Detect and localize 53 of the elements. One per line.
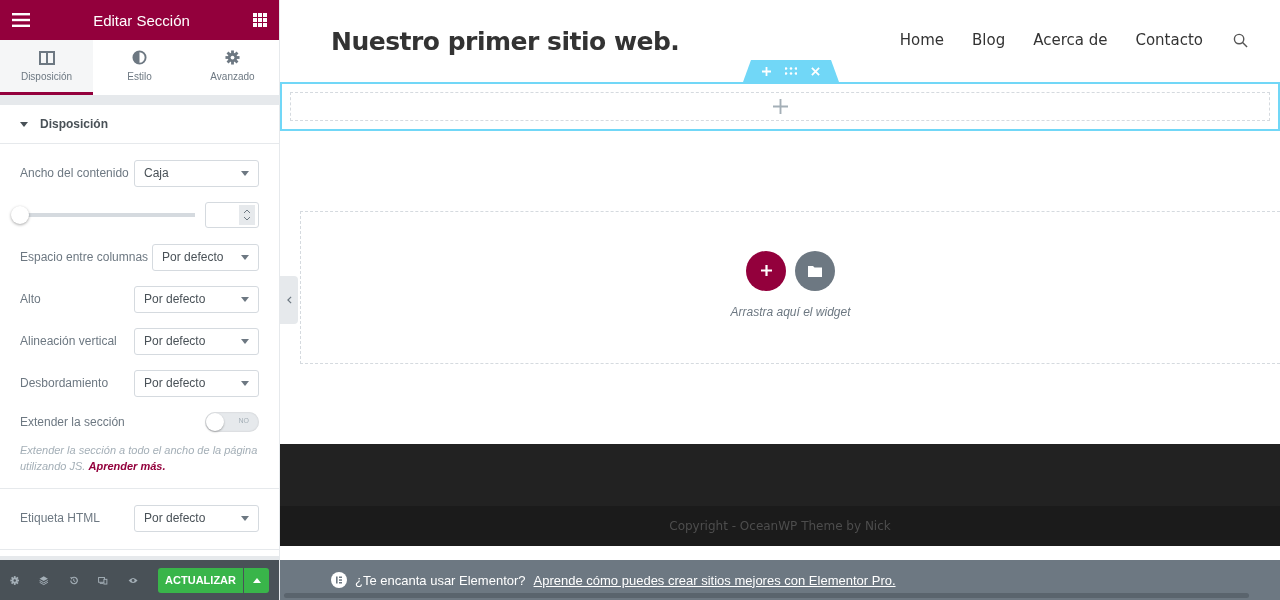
learn-more-link[interactable]: Aprender más. (88, 460, 166, 472)
nav-link[interactable]: Contacto (1135, 31, 1203, 49)
caret-icon (241, 254, 249, 260)
drop-hint: Arrastra aquí el widget (730, 304, 851, 319)
control-label: Desbordamiento (20, 376, 109, 390)
settings-icon (225, 50, 240, 65)
nav-link[interactable]: Home (899, 31, 944, 49)
caret-icon (241, 170, 249, 176)
columns-icon (38, 50, 55, 65)
control-label: Espacio entre columnas (20, 250, 149, 264)
panel-title: Editar Sección (93, 11, 190, 29)
spinner-icon[interactable] (239, 205, 255, 225)
control-label: Alto (20, 292, 41, 306)
select-field[interactable]: Por defecto (134, 369, 259, 397)
site-title[interactable]: Nuestro primer sitio web. (331, 26, 680, 56)
slider-handle[interactable] (11, 206, 29, 224)
select-field[interactable]: Por defecto (152, 243, 259, 271)
caret-icon (241, 380, 249, 386)
control-label: Etiqueta HTML (20, 511, 101, 525)
caret-icon (252, 577, 261, 583)
number-field[interactable] (205, 202, 259, 228)
help-text: Extender la sección a todo el ancho de la página utilizando JS. Aprender más. (20, 443, 259, 474)
layers-icon[interactable] (39, 573, 49, 587)
save-options-button[interactable] (244, 567, 269, 593)
settings-icon[interactable] (10, 573, 20, 587)
caret-icon (241, 296, 249, 302)
control-label: Ancho del contenido (20, 166, 129, 180)
template-library-button[interactable] (795, 250, 835, 291)
panel-tab[interactable]: Disposición (0, 40, 93, 95)
select-field[interactable]: Por defecto (134, 285, 259, 313)
folder-icon (808, 264, 822, 277)
caret-icon[interactable] (20, 121, 28, 127)
select-field[interactable]: Caja (134, 159, 259, 187)
caret-icon (241, 338, 249, 344)
promo-link[interactable]: Aprende cómo puedes crear sitios mejores con Elementor Pro. (533, 572, 896, 588)
collapse-panel-handle[interactable] (280, 276, 298, 324)
select-field[interactable]: Por defecto (134, 504, 259, 532)
grid-icon[interactable] (253, 13, 267, 27)
select-field[interactable]: Por defecto (134, 327, 259, 355)
promo-text: ¿Te encanta usar Elementor? (355, 572, 526, 588)
nav-link[interactable]: Acerca de (1033, 31, 1108, 49)
elementor-icon (331, 572, 347, 588)
control-label: Alineación vertical (20, 334, 117, 348)
contrast-icon (132, 50, 147, 65)
add-icon[interactable] (772, 99, 788, 114)
menu-icon[interactable] (12, 13, 30, 27)
plus-icon (760, 265, 772, 276)
add-section-button[interactable] (746, 250, 786, 291)
control-label: Extender la sección (20, 415, 125, 429)
nav-link[interactable]: Blog (972, 31, 1006, 49)
search-icon[interactable] (1233, 32, 1248, 48)
section-title[interactable]: Disposición (40, 117, 108, 131)
caret-icon (241, 515, 249, 521)
